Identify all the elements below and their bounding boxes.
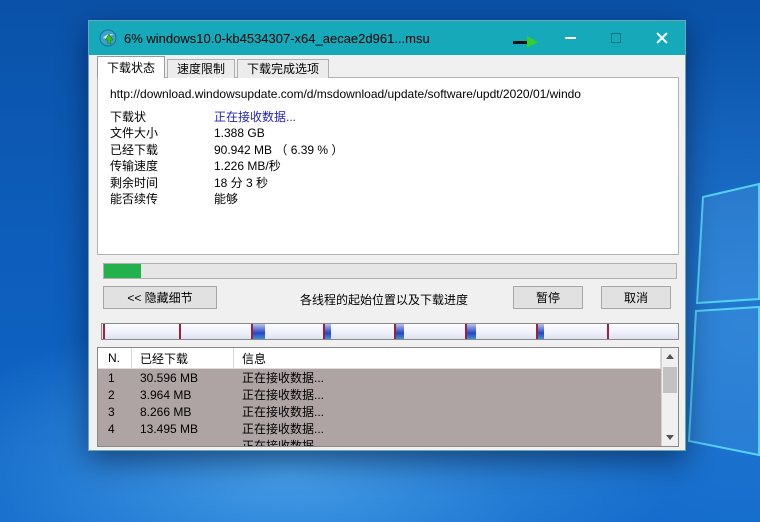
scrollbar-track[interactable] bbox=[662, 365, 678, 429]
idm-download-window: 6% windows10.0-kb4534307-x64_aecae2d961.… bbox=[88, 20, 686, 451]
threads-caption: 各线程的起始位置以及下载进度 bbox=[239, 291, 529, 308]
pause-button[interactable]: 暂停 bbox=[513, 286, 583, 309]
status-label: 下载状 bbox=[110, 109, 214, 125]
close-button[interactable] bbox=[639, 21, 685, 55]
table-row[interactable]: 3 8.266 MB 正在接收数据... bbox=[98, 403, 661, 420]
status-row: 传输速度 1.226 MB/秒 bbox=[110, 158, 668, 174]
status-row: 下载状 正在接收数据... bbox=[110, 109, 668, 125]
table-row[interactable]: 2 3.964 MB 正在接收数据... bbox=[98, 386, 661, 403]
cell-n: 3 bbox=[98, 405, 132, 419]
column-header-info: 信息 bbox=[234, 348, 661, 368]
status-value: 能够 bbox=[214, 191, 238, 207]
cell-info: 正在接收数据... bbox=[234, 403, 661, 420]
table-scrollbar[interactable] bbox=[661, 348, 678, 446]
cell-size: 13.495 MB bbox=[132, 422, 234, 436]
cell-size: 8.266 MB bbox=[132, 405, 234, 419]
minimize-icon bbox=[565, 37, 576, 39]
download-url: http://download.windowsupdate.com/d/msdo… bbox=[110, 87, 668, 101]
status-row: 剩余时间 18 分 3 秒 bbox=[110, 175, 668, 191]
idm-drop-arrow-icon bbox=[513, 36, 541, 48]
cell-info: 正在接收数据... bbox=[234, 437, 661, 446]
status-label: 传输速度 bbox=[110, 158, 214, 174]
minimize-button[interactable] bbox=[547, 21, 593, 55]
scroll-up-icon bbox=[666, 354, 674, 359]
threads-table: N. 已经下载 信息 1 30.596 MB 正在接收数据... 2 3.964… bbox=[97, 347, 679, 447]
status-row: 能否续传 能够 bbox=[110, 191, 668, 207]
thread-progress-block bbox=[253, 324, 265, 339]
status-label: 文件大小 bbox=[110, 125, 214, 141]
tab-on-complete-options[interactable]: 下载完成选项 bbox=[237, 59, 329, 78]
cell-size: 30.596 MB bbox=[132, 371, 234, 385]
status-value: 正在接收数据... bbox=[214, 109, 296, 125]
cell-info: 正在接收数据... bbox=[234, 386, 661, 403]
status-row: 文件大小 1.388 GB bbox=[110, 125, 668, 141]
tab-download-status[interactable]: 下载状态 bbox=[97, 56, 165, 78]
scrollbar-thumb[interactable] bbox=[663, 367, 677, 393]
table-row[interactable]: 1 30.596 MB 正在接收数据... bbox=[98, 369, 661, 386]
thread-progress-block bbox=[325, 324, 331, 339]
thread-progress-bar bbox=[101, 323, 679, 340]
column-header-size: 已经下载 bbox=[132, 348, 234, 368]
cell-info: 正在接收数据... bbox=[234, 420, 661, 437]
window-title: 6% windows10.0-kb4534307-x64_aecae2d961.… bbox=[124, 31, 430, 46]
cell-n: 4 bbox=[98, 422, 132, 436]
status-label: 已经下载 bbox=[110, 142, 214, 158]
cell-n: 2 bbox=[98, 388, 132, 402]
total-progress-fill bbox=[104, 264, 141, 278]
scroll-up-button[interactable] bbox=[662, 348, 678, 365]
thread-start-tick bbox=[179, 324, 181, 339]
status-panel: http://download.windowsupdate.com/d/msdo… bbox=[97, 77, 679, 255]
hide-details-button[interactable]: << 隐藏细节 bbox=[103, 286, 217, 309]
status-value: 90.942 MB （ 6.39 % ） bbox=[214, 142, 343, 158]
total-progress-bar bbox=[103, 263, 677, 279]
idm-app-icon bbox=[99, 29, 117, 47]
thread-progress-block bbox=[467, 324, 476, 339]
status-value: 1.226 MB/秒 bbox=[214, 158, 281, 174]
cell-info: 正在接收数据... bbox=[234, 369, 661, 386]
status-row: 已经下载 90.942 MB （ 6.39 % ） bbox=[110, 142, 668, 158]
table-header: N. 已经下载 信息 bbox=[98, 348, 661, 369]
table-row[interactable]: 4 13.495 MB 正在接收数据... bbox=[98, 420, 661, 437]
titlebar[interactable]: 6% windows10.0-kb4534307-x64_aecae2d961.… bbox=[89, 21, 685, 55]
status-label: 能否续传 bbox=[110, 191, 214, 207]
close-icon bbox=[656, 32, 668, 44]
thread-start-tick bbox=[103, 324, 105, 339]
scroll-down-icon bbox=[666, 435, 674, 440]
tab-strip: 下载状态 速度限制 下载完成选项 bbox=[97, 57, 331, 78]
status-value: 1.388 GB bbox=[214, 125, 265, 141]
threads-table-body: N. 已经下载 信息 1 30.596 MB 正在接收数据... 2 3.964… bbox=[98, 348, 661, 446]
cancel-button[interactable]: 取消 bbox=[601, 286, 671, 309]
cell-n: 1 bbox=[98, 371, 132, 385]
status-label: 剩余时间 bbox=[110, 175, 214, 191]
scroll-down-button[interactable] bbox=[662, 429, 678, 446]
maximize-icon bbox=[611, 33, 621, 43]
thread-progress-block bbox=[538, 324, 544, 339]
thread-start-tick bbox=[607, 324, 609, 339]
thread-progress-block bbox=[396, 324, 403, 339]
tab-speed-limit[interactable]: 速度限制 bbox=[167, 59, 235, 78]
column-header-n: N. bbox=[98, 348, 132, 368]
cell-size: 3.964 MB bbox=[132, 388, 234, 402]
table-row[interactable]: 正在接收数据... bbox=[98, 437, 661, 446]
maximize-button[interactable] bbox=[593, 21, 639, 55]
status-value: 18 分 3 秒 bbox=[214, 175, 268, 191]
